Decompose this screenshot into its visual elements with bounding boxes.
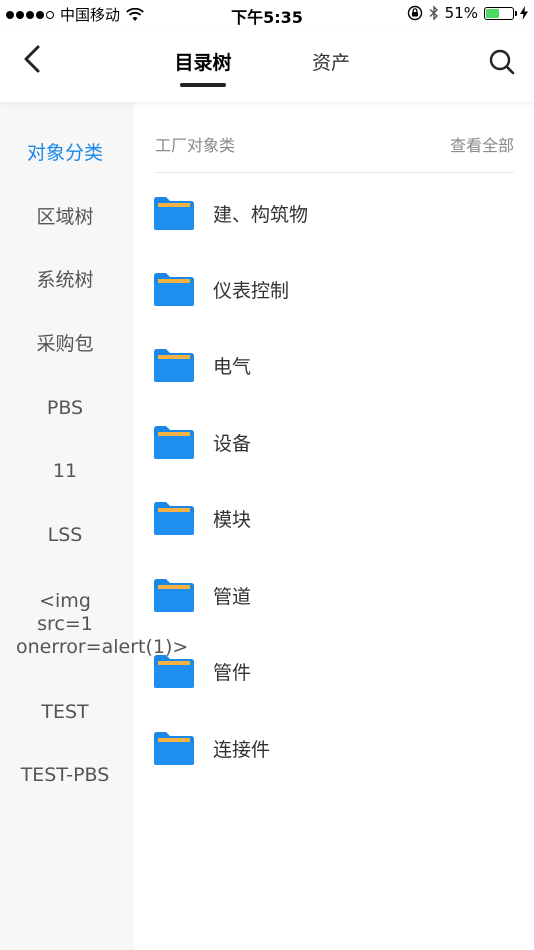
folder-item[interactable]: 管道 — [154, 570, 514, 620]
search-icon — [489, 49, 515, 75]
tab-catalog-tree[interactable]: 目录树 — [168, 48, 238, 75]
folder-label: 电气 — [213, 355, 252, 378]
tab-assets[interactable]: 资产 — [298, 48, 364, 75]
chevron-left-icon — [24, 45, 40, 73]
category-sidebar: 对象分类 区域树 系统树 采购包 PBS 11 LSS <img src=1 o… — [0, 102, 188, 950]
back-button[interactable] — [18, 42, 48, 76]
sidebar-item-area-tree[interactable]: 区域树 — [0, 206, 130, 229]
folder-label: 连接件 — [213, 738, 271, 761]
sidebar-item-lss[interactable]: LSS — [0, 524, 130, 547]
view-all-link[interactable]: 查看全部 — [450, 132, 514, 156]
folder-icon — [154, 426, 194, 459]
status-bar: 中国移动 下午5:35 51% — [0, 0, 534, 28]
sidebar-item-img-tag[interactable]: <img src=1 onerror=alert(1)> — [0, 590, 188, 659]
sidebar-item-object-classification[interactable]: 对象分类 — [0, 142, 130, 165]
folder-label: 建、构筑物 — [213, 203, 309, 226]
section-divider — [155, 172, 514, 173]
active-tab-indicator — [180, 83, 226, 87]
status-right: 51% — [401, 4, 528, 22]
folder-label: 管道 — [213, 585, 252, 608]
folder-icon — [154, 579, 194, 612]
sidebar-item-11[interactable]: 11 — [0, 460, 130, 483]
battery-percent: 51% — [444, 4, 478, 22]
folder-item[interactable]: 建、构筑物 — [154, 188, 514, 238]
folder-icon — [154, 349, 194, 382]
orientation-lock-icon — [407, 5, 422, 21]
sidebar-item-system-tree[interactable]: 系统树 — [0, 269, 130, 292]
folder-icon — [154, 273, 194, 306]
folder-icon — [154, 197, 194, 230]
folder-item[interactable]: 管件 — [154, 646, 514, 696]
folder-icon — [154, 502, 194, 535]
folder-label: 模块 — [213, 508, 252, 531]
folder-item[interactable]: 仪表控制 — [154, 264, 514, 314]
nav-bar: 目录树 资产 — [0, 28, 534, 102]
folder-item[interactable]: 模块 — [154, 493, 514, 543]
battery-icon — [484, 6, 517, 20]
sidebar-item-test-pbs[interactable]: TEST-PBS — [0, 764, 130, 787]
sidebar-item-purchase-package[interactable]: 采购包 — [0, 333, 130, 356]
section-title: 工厂对象类 — [155, 136, 236, 155]
sidebar-item-test[interactable]: TEST — [0, 701, 130, 724]
folder-item[interactable]: 电气 — [154, 340, 514, 390]
bluetooth-icon — [429, 5, 438, 21]
main-content: 工厂对象类 查看全部 建、构筑物 仪表控制 电气 设备 模块 管道 管件 连接件 — [134, 102, 534, 950]
folder-item[interactable]: 设备 — [154, 417, 514, 467]
folder-label: 设备 — [213, 432, 252, 455]
folder-icon — [154, 655, 194, 688]
battery-cap — [515, 10, 517, 16]
charging-bolt-icon — [520, 6, 528, 20]
folder-label: 管件 — [213, 661, 252, 684]
folder-label: 仪表控制 — [213, 279, 290, 302]
sidebar-item-pbs[interactable]: PBS — [0, 397, 130, 420]
search-button[interactable] — [488, 48, 516, 76]
folder-icon — [154, 732, 194, 765]
folder-item[interactable]: 连接件 — [154, 723, 514, 773]
battery-fill — [486, 8, 500, 18]
